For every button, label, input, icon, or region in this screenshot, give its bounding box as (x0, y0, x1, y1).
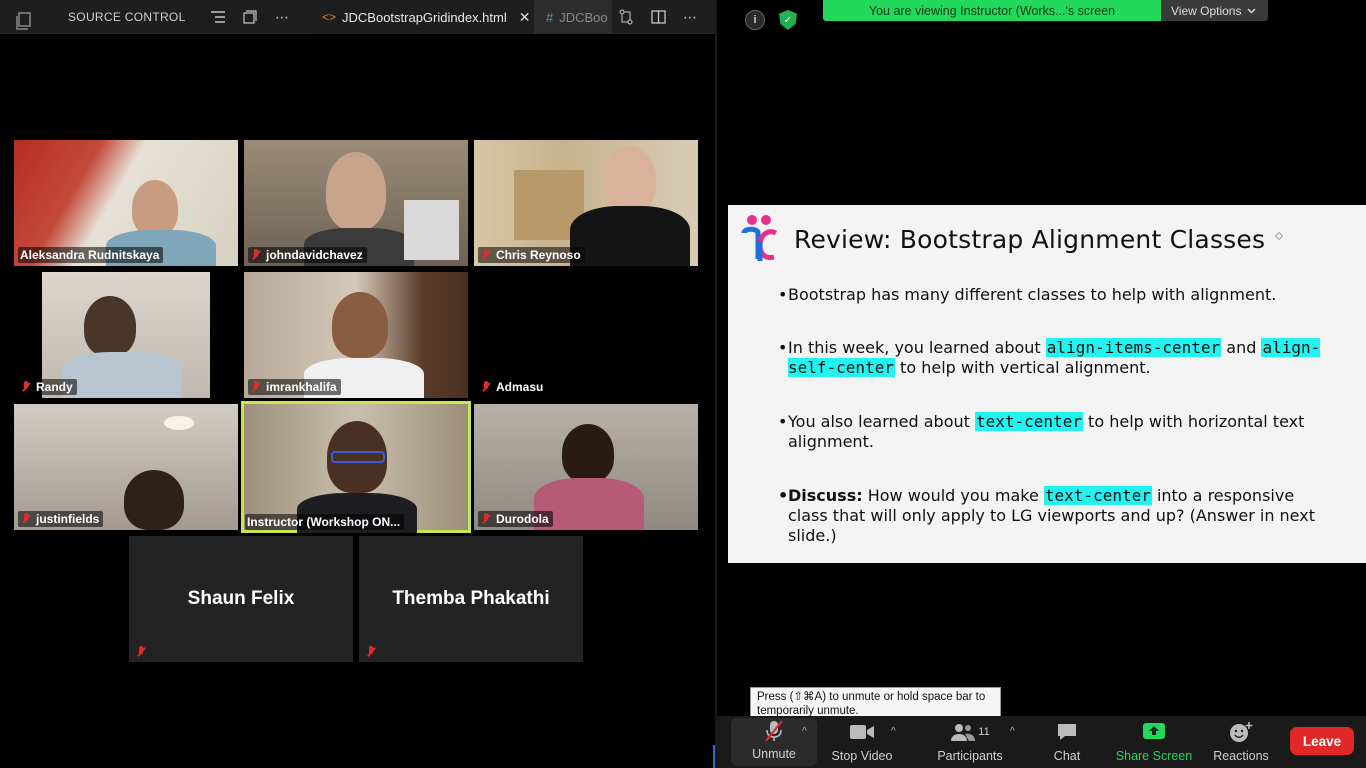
tab-label: JDCBoo (559, 9, 608, 25)
muted-mic-icon (480, 381, 492, 393)
video-tile-off[interactable]: Shaun Felix (129, 536, 353, 662)
video-tile[interactable]: johndavidchavez (244, 140, 468, 266)
slide-bullet: • Bootstrap has many different classes t… (778, 285, 1277, 304)
participants-button[interactable]: 11 Participants (935, 716, 1005, 768)
mic-muted-icon (763, 718, 785, 743)
window-accent (713, 745, 715, 768)
split-editor-icon[interactable] (648, 0, 668, 34)
video-tile[interactable]: justinfields (14, 404, 238, 530)
ceiling-light (164, 416, 194, 430)
muted-mic-icon (250, 381, 262, 393)
unmute-tooltip: Press (⇧⌘A) to unmute or hold space bar … (750, 687, 1001, 718)
code-highlight: text-center (1043, 486, 1152, 505)
html-file-icon: <> (322, 10, 337, 24)
tab-label: JDCBootstrapGridindex.html (342, 9, 507, 25)
source-control-title: SOURCE CONTROL (68, 10, 186, 24)
shared-screen-pane: i ✓ You are viewing Instructor (Works...… (717, 0, 1366, 768)
files-icon[interactable] (12, 4, 36, 38)
participants-options-caret-icon[interactable]: ^ (1010, 726, 1015, 737)
gallery-pane: SOURCE CONTROL ⋯ <> JDCBootstrapGridinde… (0, 0, 715, 768)
participant-name-label: Admasu (478, 379, 548, 395)
presentation-slide: Review: Bootstrap Alignment Classes • Bo… (728, 205, 1366, 563)
more-actions-icon[interactable]: ⋯ (680, 0, 700, 34)
compare-changes-icon[interactable] (616, 0, 636, 34)
view-options-button[interactable]: View Options (1161, 0, 1268, 21)
security-shield-icon[interactable]: ✓ (779, 10, 797, 30)
muted-mic-icon (20, 513, 32, 525)
slide-bullet: • In this week, you learned about align-… (778, 338, 1321, 377)
chat-button[interactable]: Chat (1045, 716, 1089, 768)
participants-count: 11 (978, 726, 990, 738)
css-file-icon: # (546, 9, 554, 25)
participant-name: Themba Phakathi (392, 588, 550, 609)
tab-jdcboo[interactable]: # JDCBoo (534, 0, 612, 34)
participant-video (562, 424, 614, 482)
video-tile[interactable]: imrankhalifa (244, 272, 468, 398)
emoji-plus-icon (1229, 719, 1253, 745)
participant-video (332, 292, 388, 358)
video-camera-icon (849, 719, 875, 745)
participant-name-label: Instructor (Workshop ON... (245, 514, 405, 530)
more-actions-icon[interactable]: ⋯ (272, 0, 292, 34)
video-tile[interactable]: Durodola (474, 404, 698, 530)
slide-bullet: • Discuss: How would you make text-cente… (778, 486, 1315, 545)
editor-titlebar: SOURCE CONTROL ⋯ <> JDCBootstrapGridinde… (0, 0, 715, 34)
video-tile[interactable]: Chris Reynoso (474, 140, 698, 266)
muted-mic-icon (480, 513, 492, 525)
participant-mute-status (363, 645, 381, 659)
collapse-all-icon[interactable] (240, 0, 260, 34)
participant-name-label: johndavidchavez (248, 247, 367, 263)
participant-video (132, 180, 178, 236)
video-tile[interactable]: Aleksandra Rudnitskaya (14, 140, 238, 266)
muted-mic-icon (135, 646, 147, 658)
window-blinds (404, 200, 459, 260)
participant-mute-status (133, 645, 151, 659)
list-view-icon[interactable] (208, 0, 228, 34)
viewing-banner: You are viewing Instructor (Works...'s s… (823, 0, 1161, 21)
participant-name-label: imrankhalifa (248, 379, 341, 395)
code-highlight: align-items-center (1045, 338, 1222, 357)
participant-name: Shaun Felix (187, 588, 295, 609)
video-tile[interactable]: Admasu (474, 272, 698, 398)
share-screen-icon (1142, 719, 1166, 745)
participant-video (604, 146, 656, 212)
slide-title: Review: Bootstrap Alignment Classes (794, 225, 1266, 254)
video-tile[interactable]: Randy (14, 272, 238, 398)
close-icon[interactable]: ✕ (519, 9, 531, 26)
participant-video (326, 152, 386, 230)
muted-mic-icon (20, 381, 32, 393)
slide-bullet: • You also learned about text-center to … (778, 412, 1305, 451)
tab-jdcbootstrapgridindex[interactable]: <> JDCBootstrapGridindex.html ✕ (312, 0, 534, 34)
muted-mic-icon (480, 249, 492, 261)
info-icon[interactable]: i (745, 10, 765, 30)
participant-name-label: justinfields (18, 511, 104, 527)
participant-glasses (331, 451, 385, 463)
participants-icon: 11 (950, 719, 990, 745)
code-highlight: text-center (975, 412, 1083, 431)
chevron-down-icon (1247, 8, 1256, 13)
chat-bubble-icon (1056, 719, 1078, 745)
video-tile-off[interactable]: Themba Phakathi (359, 536, 583, 662)
meeting-toolbar: Unmute ^ Stop Video ^ 11 Participants ^ … (717, 716, 1366, 768)
leave-button[interactable]: Leave (1290, 727, 1354, 755)
audio-options-caret-icon[interactable]: ^ (802, 726, 807, 737)
participant-name-label: Aleksandra Rudnitskaya (18, 247, 164, 263)
reactions-button[interactable]: Reactions (1211, 716, 1271, 768)
participant-name-label: Randy (18, 379, 77, 395)
share-screen-button[interactable]: Share Screen (1113, 716, 1195, 768)
participant-name-label: Chris Reynoso (478, 247, 585, 263)
cursor-icon (1274, 231, 1284, 241)
brand-logo-icon (741, 215, 778, 261)
view-options-label: View Options (1171, 3, 1242, 18)
participant-video (124, 470, 184, 530)
muted-mic-icon (365, 646, 377, 658)
video-options-caret-icon[interactable]: ^ (891, 726, 896, 737)
participant-video (570, 206, 690, 266)
video-tile-active-speaker[interactable]: Instructor (Workshop ON... (241, 401, 471, 533)
stop-video-button[interactable]: Stop Video (829, 716, 895, 768)
muted-mic-icon (250, 249, 262, 261)
participant-name-label: Durodola (478, 511, 553, 527)
